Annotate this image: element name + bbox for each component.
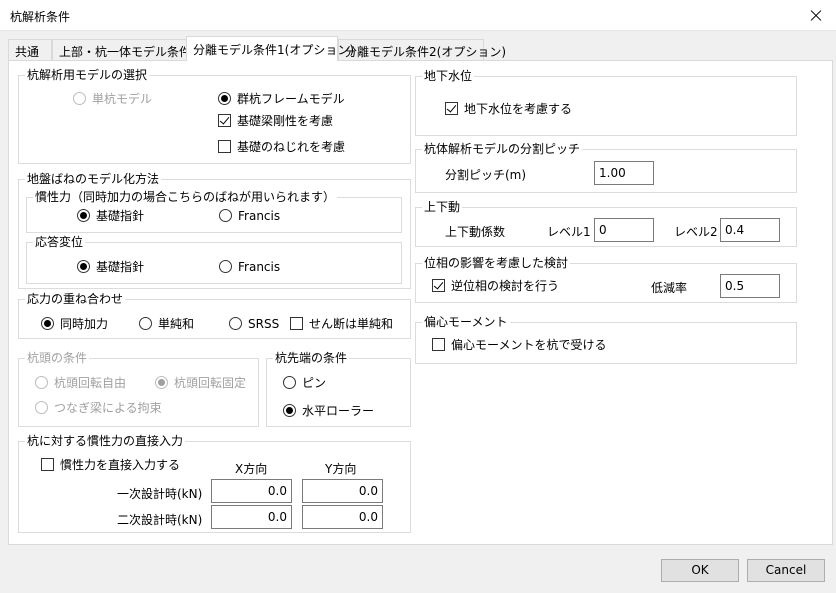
vertical-motion-label: 上下動: [422, 200, 463, 215]
inertia-kiso-radio[interactable]: 基礎指針: [77, 209, 144, 223]
radio-selected-icon: [218, 92, 231, 105]
radio-selected-icon: [77, 209, 90, 222]
head-free-radio[interactable]: 杭頭回転自由: [35, 376, 126, 390]
title-bar: 杭解析条件: [0, 0, 836, 31]
close-icon[interactable]: [794, 0, 836, 31]
tab-upper-pile-model[interactable]: 上部・杭一体モデル条件: [52, 39, 191, 60]
inertia-label: 慣性力（同時加力の場合こちらのばねが用いられます）: [33, 190, 338, 205]
checkbox-icon: [432, 338, 445, 351]
radio-selected-icon: [155, 376, 168, 389]
phase-group: 位相の影響を考慮した検討 逆位相の検討を行う 低減率 0.5: [415, 256, 797, 303]
radio-icon: [73, 92, 86, 105]
pile-tip-group: 杭先端の条件 ピン 水平ローラー: [266, 351, 411, 427]
spring-model-group: 地盤ばねのモデル化方法 慣性力（同時加力の場合こちらのばねが用いられます） 基礎…: [18, 172, 411, 289]
shear-simple-sum-checkbox[interactable]: せん断は単純和: [290, 317, 393, 331]
pitch-input[interactable]: 1.00: [594, 161, 654, 185]
horizontal-roller-radio[interactable]: 水平ローラー: [283, 404, 374, 418]
model-select-group: 杭解析用モデルの選択 単杭モデル 群杭フレームモデル 基礎梁剛性を考慮 基礎のね…: [18, 68, 411, 164]
pile-tip-label: 杭先端の条件: [273, 351, 350, 366]
checkbox-icon: [218, 140, 231, 153]
groundwater-group: 地下水位 地下水位を考慮する: [415, 69, 797, 136]
pile-head-label: 杭頭の条件: [25, 351, 90, 366]
primary-design-label: 一次設計時(kN): [117, 487, 203, 501]
response-label: 応答変位: [33, 235, 86, 250]
phase-label: 位相の影響を考慮した検討: [422, 256, 571, 271]
radio-icon: [35, 376, 48, 389]
radio-selected-icon: [283, 404, 296, 417]
eccentric-group: 偏心モーメント 偏心モーメントを杭で受ける: [415, 315, 797, 364]
checkbox-checked-icon: [445, 102, 458, 115]
tab-separated-model-1[interactable]: 分離モデル条件1(オプション): [186, 36, 354, 61]
pitch-group: 杭体解析モデルの分割ピッチ 分割ピッチ(m) 1.00: [415, 142, 797, 193]
primary-y-input[interactable]: 0.0: [302, 479, 383, 503]
vertical-coef-label: 上下動係数: [445, 225, 506, 239]
simple-sum-radio[interactable]: 単純和: [139, 317, 194, 331]
torsion-checkbox[interactable]: 基礎のねじれを考慮: [218, 140, 345, 154]
spring-model-label: 地盤ばねのモデル化方法: [25, 172, 162, 187]
single-pile-radio[interactable]: 単杭モデル: [73, 92, 152, 106]
primary-x-input[interactable]: 0.0: [211, 479, 292, 503]
vertical-motion-group: 上下動 上下動係数 レベル1 0 レベル2 0.4: [415, 200, 797, 247]
radio-selected-icon: [41, 317, 54, 330]
cancel-button[interactable]: Cancel: [747, 559, 825, 582]
level2-input[interactable]: 0.4: [720, 218, 780, 242]
reduction-rate-input[interactable]: 0.5: [720, 274, 780, 298]
pitch-field-label: 分割ピッチ(m): [445, 168, 527, 182]
direct-input-label: 杭に対する慣性力の直接入力: [25, 434, 186, 449]
tab-separated-model-2[interactable]: 分離モデル条件2(オプション): [338, 39, 506, 60]
groundwater-checkbox[interactable]: 地下水位を考慮する: [445, 102, 572, 116]
tie-beam-radio[interactable]: つなぎ梁による拘束: [35, 401, 162, 415]
reverse-phase-checkbox[interactable]: 逆位相の検討を行う: [432, 279, 559, 293]
radio-icon: [219, 209, 232, 222]
x-direction-header: X方向: [235, 462, 268, 476]
checkbox-icon: [290, 317, 303, 330]
direct-input-group: 杭に対する慣性力の直接入力 慣性力を直接入力する X方向 Y方向 一次設計時(k…: [18, 434, 411, 533]
y-direction-header: Y方向: [325, 462, 357, 476]
pitch-label: 杭体解析モデルの分割ピッチ: [422, 142, 583, 157]
radio-icon: [219, 260, 232, 273]
radio-icon: [35, 401, 48, 414]
radio-icon: [229, 317, 242, 330]
secondary-design-label: 二次設計時(kN): [117, 513, 203, 527]
group-pile-radio[interactable]: 群杭フレームモデル: [218, 92, 345, 106]
level1-input[interactable]: 0: [594, 218, 654, 242]
checkbox-icon: [41, 458, 54, 471]
direct-input-checkbox[interactable]: 慣性力を直接入力する: [41, 458, 180, 472]
reduction-rate-label: 低減率: [651, 281, 688, 295]
secondary-x-input[interactable]: 0.0: [211, 505, 292, 529]
pin-radio[interactable]: ピン: [283, 376, 326, 390]
response-group: 応答変位 基礎指針 Francis: [26, 235, 402, 284]
radio-icon: [139, 317, 152, 330]
window-title: 杭解析条件: [10, 10, 71, 24]
response-francis-radio[interactable]: Francis: [219, 260, 280, 274]
tab-common[interactable]: 共通: [8, 39, 52, 60]
radio-icon: [283, 376, 296, 389]
tab-panel: 杭解析用モデルの選択 単杭モデル 群杭フレームモデル 基礎梁剛性を考慮 基礎のね…: [8, 60, 833, 545]
model-select-label: 杭解析用モデルの選択: [25, 68, 150, 83]
checkbox-checked-icon: [218, 114, 231, 127]
simultaneous-radio[interactable]: 同時加力: [41, 317, 108, 331]
eccentric-checkbox[interactable]: 偏心モーメントを杭で受ける: [432, 338, 607, 352]
pile-head-group: 杭頭の条件 杭頭回転自由 杭頭回転固定 つなぎ梁による拘束: [18, 351, 259, 427]
groundwater-label: 地下水位: [422, 69, 475, 84]
response-kiso-radio[interactable]: 基礎指針: [77, 260, 144, 274]
ok-button[interactable]: OK: [661, 559, 739, 582]
checkbox-checked-icon: [432, 279, 445, 292]
srss-radio[interactable]: SRSS: [229, 317, 279, 331]
inertia-francis-radio[interactable]: Francis: [219, 209, 280, 223]
eccentric-label: 偏心モーメント: [422, 315, 510, 330]
radio-selected-icon: [77, 260, 90, 273]
level2-label: レベル2: [674, 225, 718, 239]
secondary-y-input[interactable]: 0.0: [302, 505, 383, 529]
superposition-group: 応力の重ね合わせ 同時加力 単純和 SRSS せん断は単純和: [18, 292, 411, 339]
beam-rigidity-checkbox[interactable]: 基礎梁剛性を考慮: [218, 114, 333, 128]
inertia-group: 慣性力（同時加力の場合こちらのばねが用いられます） 基礎指針 Francis: [26, 190, 402, 233]
level1-label: レベル1: [547, 225, 591, 239]
head-fixed-radio[interactable]: 杭頭回転固定: [155, 376, 246, 390]
superposition-label: 応力の重ね合わせ: [25, 292, 126, 307]
